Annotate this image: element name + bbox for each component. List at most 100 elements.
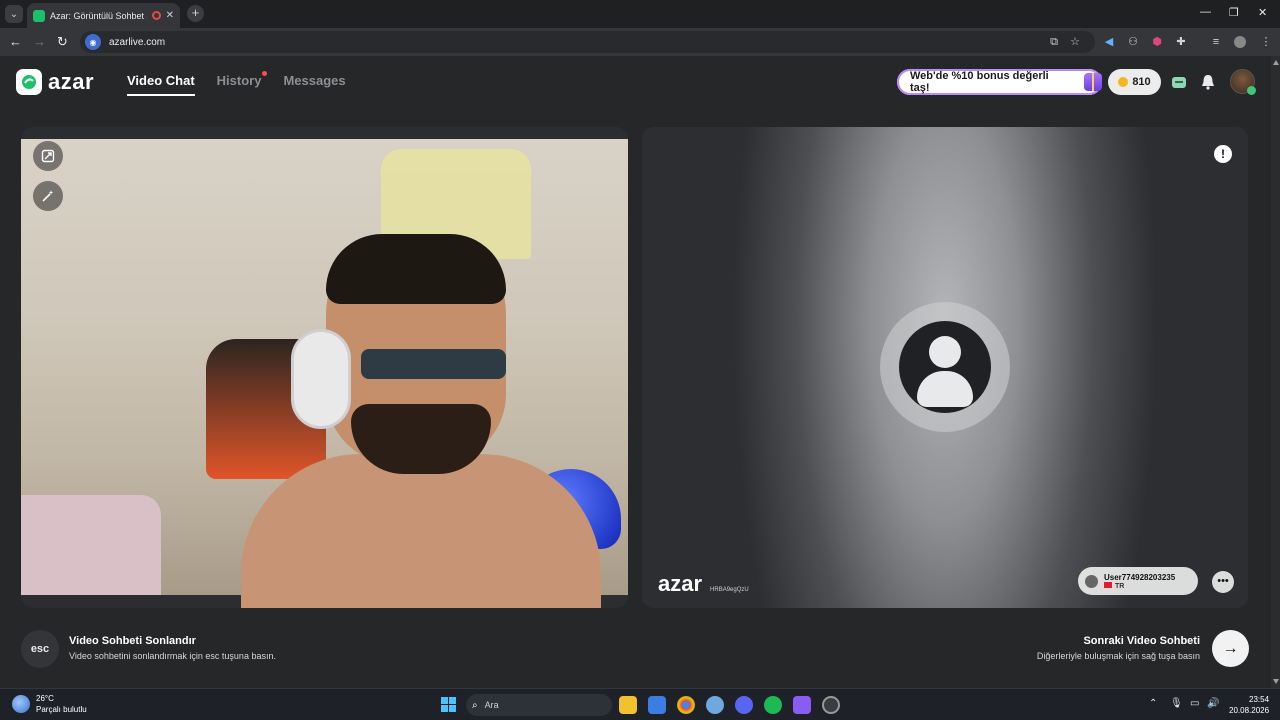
hand-cursor-icon: ☝	[1219, 652, 1227, 667]
turkey-flag-icon	[1104, 581, 1112, 588]
steam-icon[interactable]	[822, 696, 840, 714]
azar-watermark: azar HRBA9egQzU	[658, 571, 749, 597]
store-icon[interactable]	[648, 696, 666, 714]
chrome-icon[interactable]	[677, 696, 695, 714]
azar-logo-icon	[16, 69, 42, 95]
user-icon	[1085, 574, 1098, 588]
expand-button[interactable]	[33, 141, 63, 171]
tray-overflow-icon[interactable]: ⌃	[1149, 698, 1157, 709]
back-icon[interactable]: ←	[9, 35, 22, 49]
taskbar-search[interactable]: ⌕ Ara	[466, 694, 612, 716]
nav-history[interactable]: History	[216, 71, 268, 96]
discord-icon[interactable]	[735, 696, 753, 714]
file-explorer-icon[interactable]	[619, 696, 637, 714]
browser-tab[interactable]: Azar: Görüntülü Sohbet & Y ✕	[27, 3, 180, 28]
promo-banner[interactable]: Web'de %10 bonus değerli taş!	[897, 69, 1102, 95]
spotify-icon[interactable]	[764, 696, 782, 714]
search-icon: ⌕	[472, 699, 478, 711]
address-bar[interactable]: ◉ azarlive.com	[80, 31, 1095, 53]
background-pillow	[21, 495, 161, 595]
weather-widget[interactable]: 26°C Parçalı bulutlu	[12, 693, 87, 715]
end-chat-button[interactable]: esc	[21, 630, 59, 668]
end-chat-title: Video Sohbeti Sonlandır	[69, 635, 196, 647]
clock-date: 20.08.2026	[1229, 706, 1270, 715]
expand-icon	[41, 149, 55, 163]
shop-icon[interactable]	[1170, 73, 1188, 91]
volume-icon[interactable]: 🔊	[1207, 698, 1219, 709]
remote-video-panel: ! azar HRBA9egQzU User774928203235 TR ••…	[642, 127, 1248, 608]
close-tab-icon[interactable]: ✕	[166, 10, 174, 21]
gift-icon	[1084, 73, 1102, 91]
next-chat-hint: Diğerleriyle buluşmak için sağ tuşa bası…	[1036, 651, 1200, 661]
recording-icon	[151, 11, 161, 20]
page: azar Video Chat History Messages Web'de …	[0, 56, 1280, 688]
magic-wand-icon	[42, 190, 54, 202]
taskbar-clock[interactable]: 23:54 20.08.2026	[1229, 694, 1269, 716]
browser-menu-icon[interactable]: ⋮	[1260, 36, 1272, 48]
favicon-icon	[33, 9, 45, 22]
extensions-icon[interactable]: ✚	[1175, 36, 1187, 48]
notification-dot	[262, 71, 268, 76]
promo-text: Web'de %10 bonus değerli taş!	[910, 70, 1049, 94]
remote-user-info[interactable]: User774928203235 TR	[1078, 567, 1198, 595]
watermark-logo: azar	[658, 571, 703, 596]
browser-toolbar: ← → ↻ ◉ azarlive.com ⧉ ☆ ◀ ⚇ ⬢ ✚ ≡ ⋮	[0, 28, 1280, 56]
obs-icon[interactable]	[793, 696, 811, 714]
remote-username: User774928203235	[1104, 572, 1176, 582]
sunglasses	[361, 349, 506, 379]
reload-icon[interactable]: ↻	[57, 35, 68, 49]
nav-messages[interactable]: Messages	[283, 73, 345, 96]
extension-game-icon[interactable]: ⚇	[1127, 36, 1139, 48]
person-placeholder-icon	[899, 321, 991, 413]
end-chat-hint: Video sohbetini sonlandırmak için esc tu…	[69, 651, 276, 661]
microphone-icon[interactable]: 🎙	[1170, 698, 1183, 709]
bookmark-star-icon[interactable]: ☆	[1069, 36, 1081, 48]
gem-count: 810	[1132, 76, 1151, 88]
profile-icon[interactable]	[1234, 36, 1246, 48]
nav-history-label: History	[216, 73, 262, 88]
azar-logo[interactable]: azar	[16, 69, 94, 95]
logo-text: azar	[48, 69, 95, 94]
media-control-icon[interactable]: ≡	[1210, 36, 1222, 48]
user-avatar[interactable]	[1230, 69, 1256, 95]
media-icon[interactable]: ◀	[1103, 36, 1115, 48]
minimize-icon[interactable]: —	[1200, 6, 1211, 18]
local-video-panel	[21, 127, 628, 608]
app-icon[interactable]	[706, 696, 724, 714]
install-app-icon[interactable]: ⧉	[1048, 36, 1060, 48]
tab-search-icon[interactable]: ⌄	[5, 5, 23, 23]
person	[241, 234, 601, 608]
search-placeholder: Ara	[484, 700, 499, 710]
scrollbar[interactable]	[1271, 56, 1280, 688]
windows-start-icon[interactable]	[441, 697, 456, 712]
extension-shield-icon[interactable]: ⬢	[1151, 36, 1163, 48]
bell-icon[interactable]	[1199, 73, 1217, 91]
remote-country: TR	[1115, 582, 1125, 590]
url-text: azarlive.com	[109, 36, 166, 48]
report-button[interactable]: !	[1214, 145, 1232, 163]
next-chat-button[interactable]: →	[1212, 630, 1249, 667]
close-window-icon[interactable]: ✕	[1258, 6, 1267, 19]
remote-user-placeholder	[880, 302, 1010, 432]
new-tab-button[interactable]: +	[187, 5, 204, 22]
person-hair	[326, 234, 506, 304]
weather-condition: Parçalı bulutlu	[36, 705, 87, 714]
nav-video-chat[interactable]: Video Chat	[127, 73, 195, 96]
next-chat-title: Sonraki Video Sohbeti	[1083, 635, 1200, 647]
local-camera-feed	[21, 139, 628, 608]
watermark-id: HRBA9egQzU	[710, 587, 749, 593]
browser-tab-bar: ⌄ Azar: Görüntülü Sohbet & Y ✕ + — ❐ ✕	[0, 0, 1280, 28]
forward-icon[interactable]: →	[33, 35, 46, 49]
weather-icon	[12, 695, 30, 713]
temperature: 26°C	[36, 694, 54, 703]
chat-button[interactable]: •••	[1212, 571, 1234, 593]
restore-icon[interactable]: ❐	[1229, 6, 1239, 19]
main-nav: Video Chat History Messages	[127, 71, 346, 96]
chat-bubble-icon: •••	[1217, 575, 1229, 587]
network-icon[interactable]: ▭	[1190, 698, 1199, 709]
site-info-icon[interactable]: ◉	[85, 34, 101, 50]
gem-balance[interactable]: 810	[1108, 69, 1161, 95]
tab-title: Azar: Görüntülü Sohbet & Y	[50, 10, 147, 21]
effects-button[interactable]	[33, 181, 63, 211]
headphones	[291, 329, 351, 429]
